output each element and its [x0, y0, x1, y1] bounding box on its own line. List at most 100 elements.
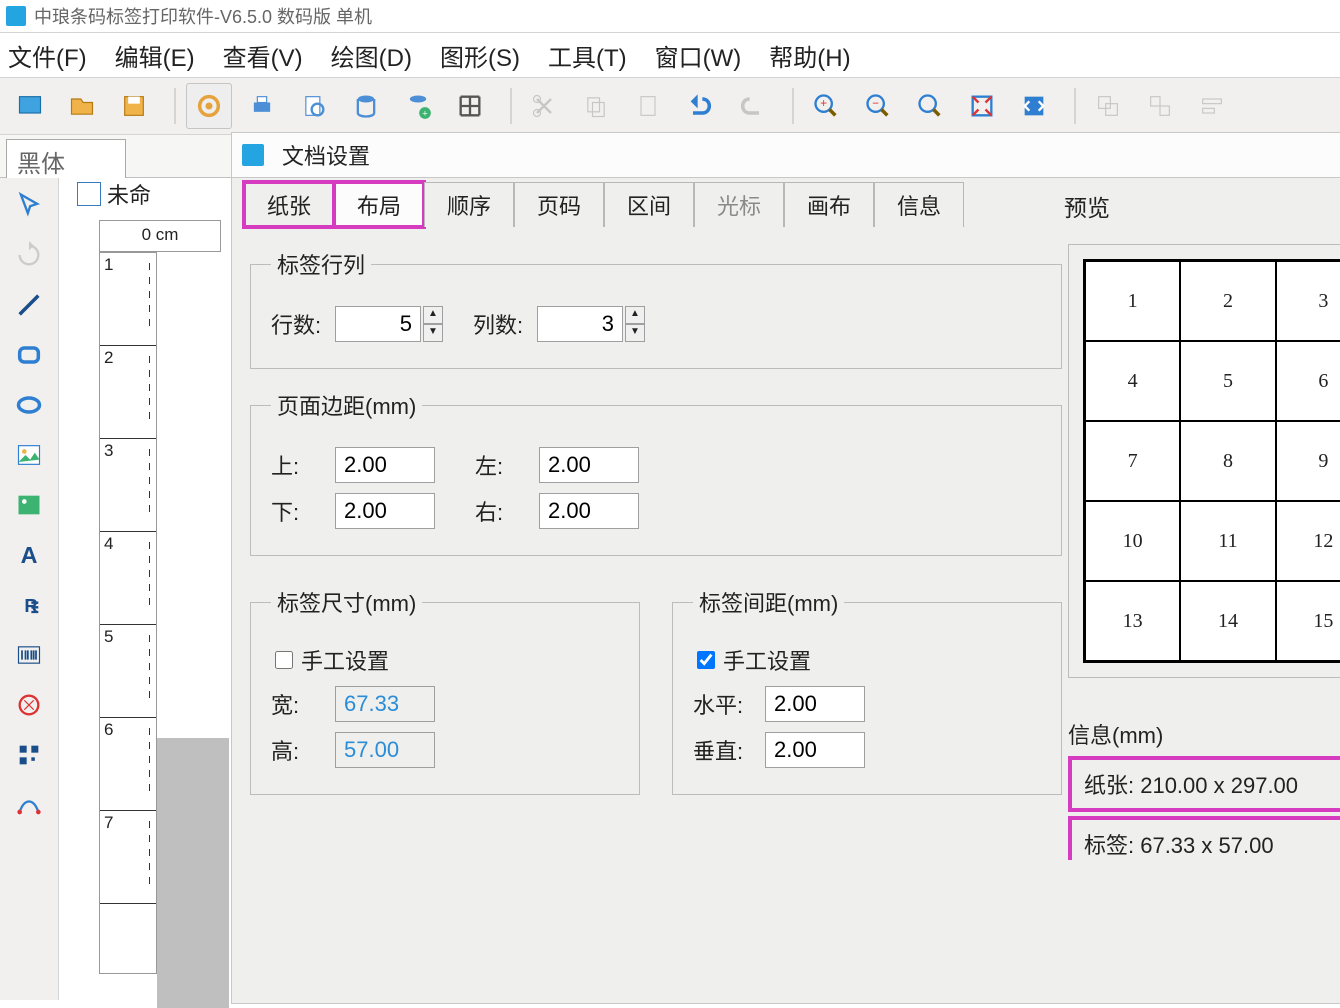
ruler-tick: 5	[100, 625, 156, 718]
new-icon[interactable]	[8, 84, 52, 128]
open-icon[interactable]	[60, 84, 104, 128]
preview-cell: 1	[1085, 261, 1180, 341]
gap-h-input[interactable]	[765, 686, 865, 722]
print-preview-icon[interactable]	[292, 84, 336, 128]
pointer-icon[interactable]	[6, 182, 52, 228]
ellipse-icon[interactable]	[6, 382, 52, 428]
tab-range[interactable]: 区间	[604, 182, 694, 227]
menu-file[interactable]: 文件(F)	[8, 38, 87, 73]
gap-manual-checkbox[interactable]	[697, 651, 715, 669]
tab-paper[interactable]: 纸张	[244, 182, 334, 227]
redo-icon[interactable]	[730, 84, 774, 128]
barcode-icon[interactable]	[6, 632, 52, 678]
margin-right-input[interactable]	[539, 493, 639, 529]
margin-top-input[interactable]	[335, 447, 435, 483]
copy-icon[interactable]	[574, 84, 618, 128]
tab-page[interactable]: 页码	[514, 182, 604, 227]
size-manual-label: 手工设置	[301, 644, 389, 676]
ruler-tick: 6	[100, 718, 156, 811]
dialog-titlebar: 文档设置 ✕	[232, 133, 1340, 178]
group-icon[interactable]	[1086, 84, 1130, 128]
svg-text:+: +	[422, 109, 427, 119]
zoom-out-icon[interactable]: −	[856, 84, 900, 128]
gap-v-input[interactable]	[765, 732, 865, 768]
gap-h-label: 水平:	[693, 688, 765, 720]
save-icon[interactable]	[112, 84, 156, 128]
preview-cell: 12	[1276, 501, 1340, 581]
preview-grid: 1 2 3 4 5 6 7 8 9 10 11 12 13	[1083, 259, 1340, 663]
menu-help[interactable]: 帮助(H)	[769, 38, 850, 73]
menu-draw[interactable]: 绘图(D)	[331, 38, 412, 73]
rows-input[interactable]	[335, 306, 421, 342]
tab-cursor[interactable]: 光标	[694, 182, 784, 227]
preview-cell: 13	[1085, 581, 1180, 661]
preview-cell: 3	[1276, 261, 1340, 341]
database-add-icon[interactable]: +	[396, 84, 440, 128]
align-icon[interactable]	[1190, 84, 1234, 128]
svg-text:A: A	[21, 542, 38, 568]
fit-width-icon[interactable]	[1012, 84, 1056, 128]
rows-spinner[interactable]: ▲▼	[423, 306, 443, 342]
preview-frame: 1 2 3 4 5 6 7 8 9 10 11 12 13	[1068, 244, 1340, 678]
menu-shape[interactable]: 图形(S)	[440, 38, 520, 73]
database-icon[interactable]	[344, 84, 388, 128]
settings-icon[interactable]	[186, 83, 232, 129]
paste-icon[interactable]	[626, 84, 670, 128]
zoom-100-icon[interactable]	[908, 84, 952, 128]
undo-icon[interactable]	[678, 84, 722, 128]
cut-icon[interactable]	[522, 84, 566, 128]
margin-top-label: 上:	[271, 449, 335, 481]
qrcode-like-icon[interactable]	[6, 682, 52, 728]
line-icon[interactable]	[6, 282, 52, 328]
menu-bar: 文件(F) 编辑(E) 查看(V) 绘图(D) 图形(S) 工具(T) 窗口(W…	[0, 33, 1340, 78]
document-tab[interactable]: 未命	[77, 178, 151, 210]
menu-view[interactable]: 查看(V)	[223, 38, 303, 73]
richtext-icon[interactable]: R	[6, 582, 52, 628]
margin-left-input[interactable]	[539, 447, 639, 483]
rotate-icon[interactable]	[6, 232, 52, 278]
fit-page-icon[interactable]	[960, 84, 1004, 128]
margin-bottom-input[interactable]	[335, 493, 435, 529]
text-icon[interactable]: A	[6, 532, 52, 578]
image-icon[interactable]	[6, 432, 52, 478]
vertical-toolbar: A R	[0, 178, 59, 1000]
dialog-title: 文档设置	[282, 139, 370, 171]
picture-icon[interactable]	[6, 482, 52, 528]
document-settings-dialog: 文档设置 ✕ 纸张 布局 顺序 页码 区间 光标 画布 信息 预览 标签行列	[231, 132, 1340, 1004]
ungroup-icon[interactable]	[1138, 84, 1182, 128]
ruler-tick: 2	[100, 346, 156, 439]
svg-text:−: −	[872, 97, 879, 110]
grid-icon[interactable]	[448, 84, 492, 128]
document-tab-label: 未命	[107, 178, 151, 210]
document-icon	[77, 182, 101, 206]
tab-layout[interactable]: 布局	[334, 182, 424, 227]
print-icon[interactable]	[240, 84, 284, 128]
preview-cell: 6	[1276, 341, 1340, 421]
width-input	[335, 686, 435, 722]
cols-input[interactable]	[537, 306, 623, 342]
cols-spinner[interactable]: ▲▼	[625, 306, 645, 342]
group-margin-legend: 页面边距(mm)	[271, 389, 422, 421]
group-label-size: 标签尺寸(mm) 手工设置 宽: 高:	[250, 586, 640, 795]
preview-cell: 2	[1180, 261, 1275, 341]
group-size-legend: 标签尺寸(mm)	[271, 586, 422, 618]
app-icon	[6, 6, 26, 26]
dialog-icon	[242, 144, 264, 166]
group-rowcol-legend: 标签行列	[271, 248, 371, 280]
curve-icon[interactable]	[6, 782, 52, 828]
zoom-in-icon[interactable]: +	[804, 84, 848, 128]
rounded-rect-icon[interactable]	[6, 332, 52, 378]
dialog-tabs: 纸张 布局 顺序 页码 区间 光标 画布 信息 预览	[244, 182, 1340, 230]
preview-cell: 5	[1180, 341, 1275, 421]
menu-edit[interactable]: 编辑(E)	[115, 38, 195, 73]
qrcode-icon[interactable]	[6, 732, 52, 778]
title-bar: 中琅条码标签打印软件-V6.5.0 数码版 单机	[0, 0, 1340, 33]
preview-cell: 10	[1085, 501, 1180, 581]
preview-cell: 8	[1180, 421, 1275, 501]
menu-tool[interactable]: 工具(T)	[548, 38, 627, 73]
tab-canvas[interactable]: 画布	[784, 182, 874, 227]
tab-order[interactable]: 顺序	[424, 182, 514, 227]
menu-window[interactable]: 窗口(W)	[655, 38, 742, 73]
size-manual-checkbox[interactable]	[275, 651, 293, 669]
tab-info[interactable]: 信息	[874, 182, 964, 227]
